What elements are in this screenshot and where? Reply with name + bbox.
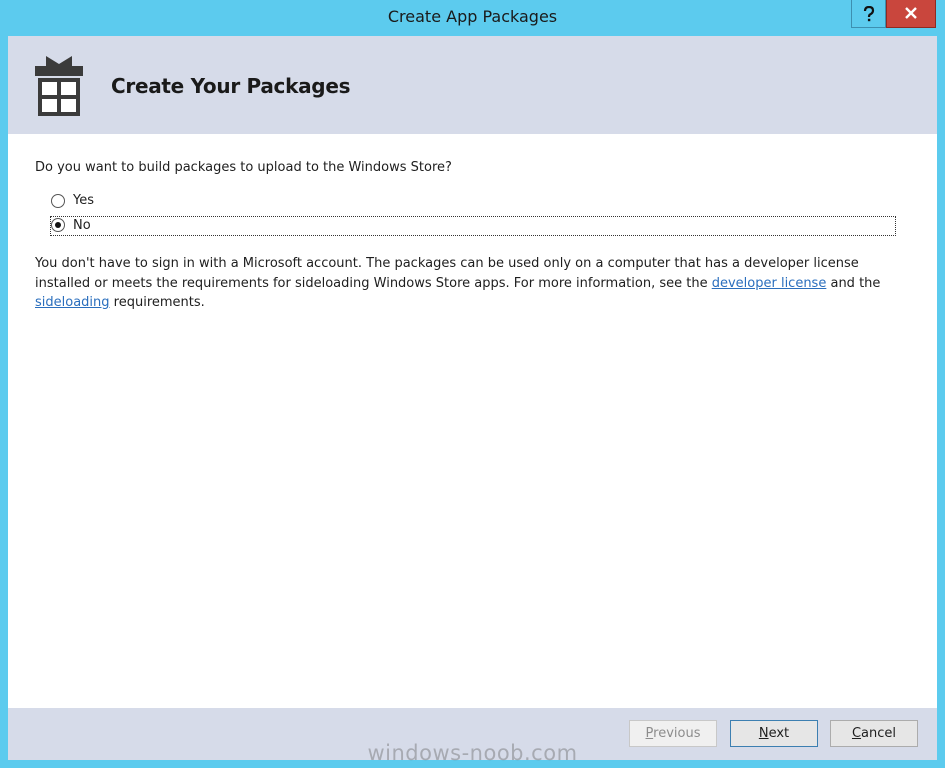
dialog-window: Create App Packages Create Your Packages… bbox=[0, 0, 945, 768]
radio-selected-dot bbox=[55, 222, 61, 228]
help-button[interactable] bbox=[851, 0, 886, 28]
radio-yes-button[interactable] bbox=[51, 194, 65, 208]
sideloading-link[interactable]: sideloading bbox=[35, 295, 110, 310]
cancel-accel: C bbox=[851, 726, 862, 741]
developer-license-link[interactable]: developer license bbox=[712, 276, 827, 291]
close-button[interactable] bbox=[886, 0, 936, 28]
description-part-3: requirements. bbox=[109, 295, 205, 310]
package-icon bbox=[35, 56, 83, 116]
next-rest: ext bbox=[768, 726, 790, 741]
watermark: windows-noob.com bbox=[367, 741, 578, 765]
title-bar[interactable]: Create App Packages bbox=[0, 0, 945, 36]
previous-accel: P bbox=[645, 726, 654, 741]
cancel-rest: ancel bbox=[861, 726, 897, 741]
question-label: Do you want to build packages to upload … bbox=[35, 160, 452, 175]
help-icon bbox=[863, 6, 874, 22]
radio-option-yes[interactable]: Yes bbox=[50, 192, 896, 212]
radio-option-no[interactable]: No bbox=[50, 216, 896, 236]
description-part-2: and the bbox=[826, 275, 881, 291]
dialog-client-area: Create Your Packages Do you want to buil… bbox=[8, 36, 937, 760]
header-band: Create Your Packages bbox=[8, 36, 937, 134]
page-title: Create Your Packages bbox=[111, 74, 351, 98]
description-text: You don't have to sign in with a Microso… bbox=[35, 254, 915, 313]
content-area: Do you want to build packages to upload … bbox=[8, 134, 937, 708]
window-title: Create App Packages bbox=[387, 7, 558, 26]
next-accel: N bbox=[758, 726, 769, 741]
radio-no-button[interactable] bbox=[51, 218, 65, 232]
radio-yes-label[interactable]: Yes bbox=[73, 192, 94, 210]
close-icon bbox=[905, 7, 917, 19]
radio-no-label[interactable]: No bbox=[73, 217, 91, 235]
previous-rest: revious bbox=[653, 726, 701, 741]
